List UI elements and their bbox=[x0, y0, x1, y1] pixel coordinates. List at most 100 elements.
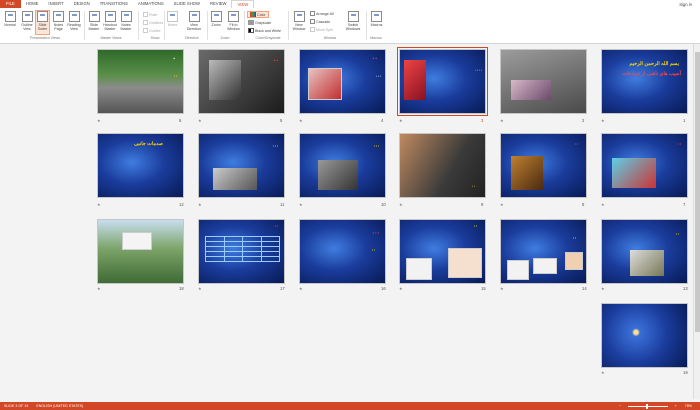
slide-table bbox=[205, 236, 280, 262]
switch-windows-icon bbox=[347, 11, 359, 22]
slide-thumbnail-7[interactable]: • • bbox=[601, 133, 688, 198]
slide-thumbnail-16[interactable]: • • • • • bbox=[299, 219, 386, 284]
transition-star-icon: ★ bbox=[97, 202, 101, 207]
slide-thumbnail-1[interactable]: بسم الله الرحمن الرحيم آسیب های ناشی از … bbox=[601, 49, 688, 114]
tab-home[interactable]: HOME bbox=[21, 0, 44, 8]
notes-icon bbox=[167, 11, 178, 22]
slide-number: 3 bbox=[481, 118, 484, 123]
slide-number: 13 bbox=[683, 286, 688, 291]
notes-page-icon bbox=[53, 11, 64, 22]
slide-thumbnail-13[interactable]: • • bbox=[601, 219, 688, 284]
transition-star-icon: ★ bbox=[97, 118, 101, 123]
slide-counter: SLIDE 3 OF 19 bbox=[4, 404, 29, 408]
fit-to-window-button[interactable]: Fit to Window bbox=[225, 11, 242, 31]
normal-view-icon bbox=[4, 11, 16, 22]
transition-star-icon: ★ bbox=[198, 118, 202, 123]
slide-number: 12 bbox=[179, 202, 184, 207]
outline-view-button[interactable]: Outline View bbox=[19, 11, 35, 31]
slide-thumbnail-18[interactable] bbox=[97, 219, 184, 284]
transition-star-icon: ★ bbox=[399, 202, 403, 207]
group-separator bbox=[84, 11, 85, 40]
macros-button[interactable]: Macros bbox=[368, 11, 385, 27]
tab-animations[interactable]: ANIMATIONS bbox=[133, 0, 169, 8]
group-separator bbox=[288, 11, 289, 40]
transition-star-icon: ★ bbox=[399, 286, 403, 291]
tab-design[interactable]: DESIGN bbox=[69, 0, 95, 8]
slide-thumbnail-6[interactable]: • • • bbox=[97, 49, 184, 114]
notes-master-button[interactable]: Notes Master bbox=[118, 11, 134, 31]
zoom-level[interactable]: 78% bbox=[681, 404, 696, 408]
group-separator bbox=[244, 11, 245, 40]
slide-sorter-button[interactable]: Slide Sorter bbox=[35, 10, 50, 35]
scrollbar-thumb[interactable] bbox=[695, 52, 700, 332]
language-indicator[interactable]: ENGLISH (UNITED STATES) bbox=[32, 404, 87, 408]
notes-button[interactable]: Notes bbox=[165, 11, 180, 27]
sign-in-link[interactable]: Sign in bbox=[679, 2, 700, 7]
slide-thumbnail-19[interactable] bbox=[601, 303, 688, 368]
transition-star-icon: ★ bbox=[601, 370, 605, 375]
slide-thumbnail-9[interactable]: • • bbox=[399, 133, 486, 198]
grayscale-button[interactable]: Grayscale bbox=[248, 20, 271, 25]
slide-number: 17 bbox=[280, 286, 285, 291]
gridlines-checkbox[interactable]: Gridlines bbox=[143, 20, 163, 25]
new-window-button[interactable]: New Window bbox=[290, 11, 308, 31]
new-window-icon bbox=[293, 11, 305, 22]
tab-review[interactable]: REVIEW bbox=[205, 0, 232, 8]
transition-star-icon: ★ bbox=[601, 286, 605, 291]
guides-checkbox[interactable]: Guides bbox=[143, 28, 160, 33]
slide-number: 11 bbox=[280, 202, 285, 207]
slide-thumbnail-14[interactable]: • • bbox=[500, 219, 587, 284]
slide-thumbnail-5[interactable]: • • bbox=[198, 49, 285, 114]
color-button[interactable]: Color bbox=[247, 11, 269, 18]
status-bar: SLIDE 3 OF 19 ENGLISH (UNITED STATES) − … bbox=[0, 402, 700, 410]
transition-star-icon: ★ bbox=[299, 202, 303, 207]
tab-slide-show[interactable]: SLIDE SHOW bbox=[169, 0, 205, 8]
notes-page-button[interactable]: Notes Page bbox=[51, 11, 66, 31]
zoom-out-icon[interactable]: − bbox=[615, 404, 625, 408]
slide-thumbnail-8[interactable]: • • bbox=[500, 133, 587, 198]
slide-thumbnail-4[interactable]: • • • • • bbox=[299, 49, 386, 114]
zoom-slider[interactable] bbox=[627, 403, 668, 409]
transition-star-icon: ★ bbox=[500, 118, 504, 123]
slide-number: 14 bbox=[582, 286, 587, 291]
transition-star-icon: ★ bbox=[198, 286, 202, 291]
tab-insert[interactable]: INSERT bbox=[43, 0, 68, 8]
slide-thumbnail-2[interactable] bbox=[500, 49, 587, 114]
slide-number: 16 bbox=[381, 286, 386, 291]
slide-number: 8 bbox=[582, 202, 585, 207]
handout-master-icon bbox=[104, 11, 116, 22]
zoom-icon bbox=[210, 11, 222, 22]
arrange-all-button[interactable]: Arrange All bbox=[310, 11, 334, 16]
slide-thumbnail-3[interactable]: • • • • bbox=[397, 47, 488, 116]
tab-file[interactable]: FILE bbox=[0, 0, 21, 8]
transition-star-icon: ★ bbox=[97, 286, 101, 291]
slide-master-button[interactable]: Slide Master bbox=[86, 11, 102, 31]
slide-number: 6 bbox=[179, 118, 182, 123]
slide-thumbnail-10[interactable]: • • • bbox=[299, 133, 386, 198]
slide-thumbnail-17[interactable]: • • bbox=[198, 219, 285, 284]
ruler-checkbox[interactable]: Ruler bbox=[143, 12, 158, 17]
slide-number: 7 bbox=[683, 202, 686, 207]
slide-thumbnail-15[interactable]: • • bbox=[399, 219, 486, 284]
handout-master-button[interactable]: Handout Master bbox=[102, 11, 118, 31]
zoom-in-icon[interactable]: + bbox=[671, 404, 681, 408]
group-label-color: Color/Grayscale bbox=[255, 36, 281, 40]
transition-star-icon: ★ bbox=[399, 118, 403, 123]
view-direction-icon bbox=[188, 11, 200, 22]
tab-transitions[interactable]: TRANSITIONS bbox=[95, 0, 133, 8]
zoom-button[interactable]: Zoom bbox=[208, 11, 224, 27]
move-split-button[interactable]: Move Split bbox=[310, 27, 333, 32]
vertical-scrollbar[interactable] bbox=[693, 44, 700, 399]
switch-windows-button[interactable]: Switch Windows bbox=[343, 11, 363, 31]
tab-view[interactable]: VIEW bbox=[231, 0, 255, 8]
reading-view-icon bbox=[68, 11, 80, 22]
black-and-white-button[interactable]: Black and White bbox=[248, 28, 281, 33]
slide-thumbnail-12[interactable]: صدمات جانبی bbox=[97, 133, 184, 198]
slide-thumbnail-11[interactable]: • • • bbox=[198, 133, 285, 198]
cascade-button[interactable]: Cascade bbox=[310, 19, 330, 24]
view-direction-button[interactable]: View Direction bbox=[183, 11, 205, 31]
normal-view-button[interactable]: Normal bbox=[2, 11, 18, 27]
slide-number: 10 bbox=[381, 202, 386, 207]
reading-view-button[interactable]: Reading View bbox=[66, 11, 82, 31]
group-label-zoom: Zoom bbox=[220, 36, 230, 40]
